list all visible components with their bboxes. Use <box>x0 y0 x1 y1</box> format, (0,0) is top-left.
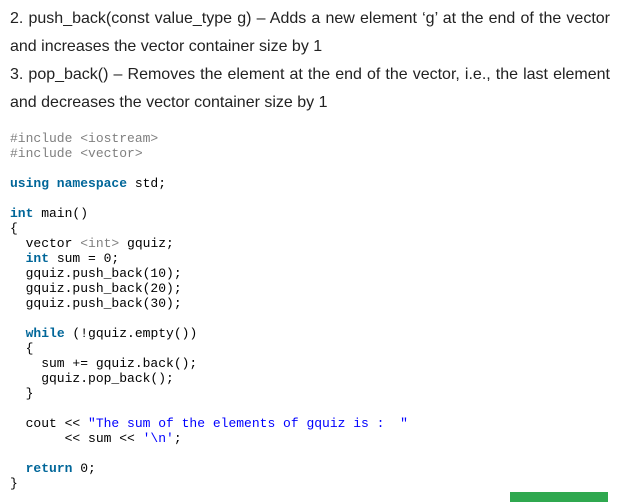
code-token: "The sum of the elements of gquiz is : " <box>88 416 408 431</box>
code-line: gquiz.push_back(30); <box>10 296 408 311</box>
code-token: gquiz.push_back(20); <box>10 281 182 296</box>
code-token: int <box>25 251 50 266</box>
code-line: { <box>10 341 408 356</box>
code-token: <int> <box>80 236 120 251</box>
code-line: vector <int> gquiz; <box>10 236 408 251</box>
code-token: return <box>25 461 73 476</box>
code-line: while (!gquiz.empty()) <box>10 326 408 341</box>
code-token: { <box>10 221 18 236</box>
code-block: #include <iostream> #include <vector> usin… <box>10 131 408 491</box>
code-line: int main() <box>10 206 408 221</box>
code-line: int sum = 0; <box>10 251 408 266</box>
code-token: main() <box>33 206 89 221</box>
code-token: int <box>10 206 34 221</box>
code-line: #include <iostream> <box>10 131 408 146</box>
code-line: { <box>10 221 408 236</box>
code-line: gquiz.push_back(20); <box>10 281 408 296</box>
code-token: } <box>10 386 34 401</box>
code-line: gquiz.push_back(10); <box>10 266 408 281</box>
code-token: << sum << <box>10 431 143 446</box>
code-token: gquiz.pop_back(); <box>10 371 174 386</box>
green-button[interactable] <box>510 492 608 502</box>
code-token: using namespace <box>10 176 128 191</box>
code-token: gquiz.push_back(10); <box>10 266 182 281</box>
code-line: return 0; <box>10 461 408 476</box>
code-token: gquiz; <box>119 236 174 251</box>
code-line: sum += gquiz.back(); <box>10 356 408 371</box>
code-line: using namespace std; <box>10 176 408 191</box>
code-token: { <box>10 341 34 356</box>
code-token: (!gquiz.empty()) <box>64 326 198 341</box>
code-line: << sum << '\n'; <box>10 431 408 446</box>
code-token: } <box>10 476 18 491</box>
code-token: sum = 0; <box>49 251 120 266</box>
code-token: std; <box>127 176 167 191</box>
code-token: #include <vector> <box>10 146 143 161</box>
code-token: sum += gquiz.back(); <box>10 356 198 371</box>
code-token: vector <box>10 236 81 251</box>
code-line: #include <vector> <box>10 146 408 161</box>
code-line: cout << "The sum of the elements of gqui… <box>10 416 408 431</box>
code-token: #include <iostream> <box>10 131 159 146</box>
code-token: while <box>25 326 65 341</box>
code-token: '\n' <box>142 431 174 446</box>
code-token: ; <box>173 431 182 446</box>
pop-back-description: 3. pop_back() – Removes the element at t… <box>10 66 610 111</box>
code-token: cout << <box>10 416 89 431</box>
code-line: gquiz.pop_back(); <box>10 371 408 386</box>
code-token: 0; <box>72 461 96 476</box>
code-token: gquiz.push_back(30); <box>10 296 182 311</box>
code-line: } <box>10 386 408 401</box>
code-line: } <box>10 476 408 491</box>
push-back-description: 2. push_back(const value_type g) – Adds … <box>10 10 610 55</box>
